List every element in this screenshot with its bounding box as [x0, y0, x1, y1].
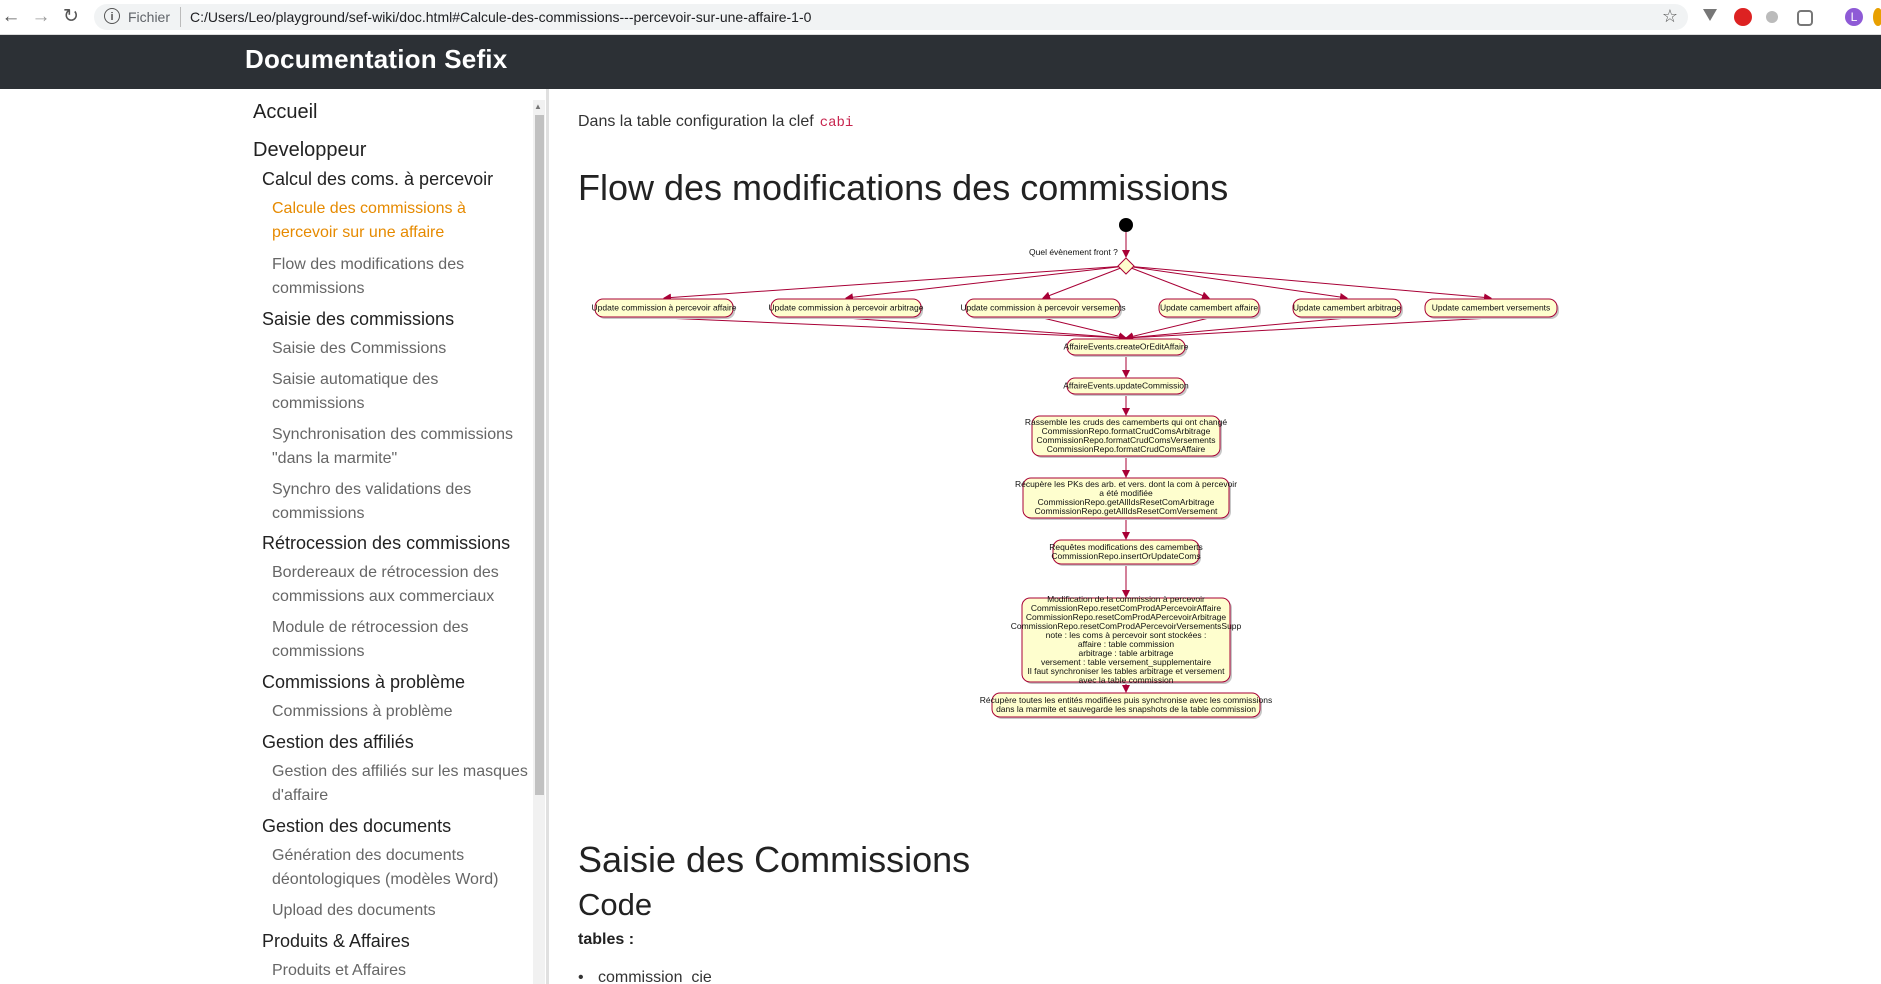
nav-link-synchronisation[interactable]: Synchronisation des commissions "dans la… — [272, 423, 531, 471]
site-header: Documentation Sefix — [0, 35, 1881, 89]
nav-link-commissions-probleme[interactable]: Commissions à problème — [272, 700, 531, 724]
nav-section-documents[interactable]: Gestion des documents — [262, 816, 451, 837]
nav-link-saisie-commissions[interactable]: Saisie des Commissions — [272, 337, 531, 361]
nav-link-flow-modifications[interactable]: Flow des modifications des commissions — [272, 253, 531, 301]
sidebar-divider — [546, 89, 549, 984]
extension-gray-icon[interactable] — [1766, 11, 1778, 23]
diagram-decision-node — [1117, 257, 1135, 275]
event-node-line: Update camembert versements — [1432, 303, 1551, 313]
address-bar[interactable]: i Fichier C:/Users/Leo/playground/sef-wi… — [94, 4, 1688, 30]
config-text: Dans la table configuration la clef — [578, 113, 814, 130]
url-scheme: Fichier — [128, 9, 171, 25]
nav-section-affilies[interactable]: Gestion des affiliés — [262, 732, 414, 753]
nav-section-saisie[interactable]: Saisie des commissions — [262, 309, 454, 330]
diagram-nodes: Update commission à percevoir affaire Upd… — [592, 298, 1559, 719]
profile-avatar[interactable]: L — [1845, 8, 1863, 26]
back-icon[interactable]: ← — [0, 6, 22, 28]
step-node: Requêtes modifications des camembertsCom… — [1049, 539, 1203, 566]
tables-label: tables : — [578, 931, 635, 948]
event-node-line: Update commission à percevoir versements — [960, 303, 1125, 313]
step-node-line: avec la table commission — [1079, 675, 1174, 685]
nav-link-calcule-commissions[interactable]: Calcule des commissions à percevoir sur … — [272, 197, 531, 245]
list-item: commission_cie — [578, 969, 712, 984]
nav-section-calcul[interactable]: Calcul des coms. à percevoir — [262, 169, 493, 190]
event-node: Update commission à percevoir arbitrage — [769, 298, 924, 319]
nav-link-bordereaux[interactable]: Bordereaux de rétrocession des commissio… — [272, 561, 531, 609]
step-node: Modification de la commission à percevoi… — [1011, 594, 1242, 685]
extension-grid-icon[interactable] — [1797, 10, 1813, 26]
event-node-line: Update commission à percevoir affaire — [592, 303, 737, 313]
activity-diagram: Quel évènement front ? Update commission… — [592, 218, 1559, 719]
site-title[interactable]: Documentation Sefix — [245, 44, 507, 75]
sidebar-nav: Accueil Developpeur Calcul des coms. à p… — [245, 89, 531, 984]
step-node: Récupère toutes les entités modifiées pu… — [980, 692, 1272, 719]
config-paragraph: Dans la table configuration la clef cabi — [578, 113, 853, 131]
step-node-line: AffaireEvents.createOrEditAffaire — [1064, 342, 1189, 352]
nav-item-developpeur[interactable]: Developpeur — [253, 139, 366, 162]
event-node-line: Update camembert affaire — [1160, 303, 1258, 313]
edge-event-create — [1125, 317, 1210, 341]
browser-toolbar: ← → ↻ i Fichier C:/Users/Leo/playground/… — [0, 0, 1881, 35]
nav-section-commissions-probleme[interactable]: Commissions à problème — [262, 672, 465, 693]
extension-vivaldi-icon[interactable] — [1703, 9, 1717, 21]
event-node: Update camembert versements — [1424, 298, 1559, 319]
star-icon[interactable]: ☆ — [1662, 6, 1678, 27]
extension-ublock-icon[interactable] — [1734, 8, 1752, 26]
omnibox-separator — [180, 7, 181, 27]
code-heading: Code — [578, 887, 653, 922]
nav-link-generation-documents[interactable]: Génération des documents déontologiques … — [272, 844, 531, 892]
diagram-start-node — [1119, 218, 1133, 232]
config-key-code: cabi — [819, 115, 854, 131]
nav-link-saisie-automatique[interactable]: Saisie automatique des commissions — [272, 368, 531, 416]
reload-icon[interactable]: ↻ — [60, 6, 82, 28]
step-node-line: CommissionRepo.formatCrudComsAffaire — [1047, 444, 1206, 454]
step-node: Rassemble les cruds des camemberts qui o… — [1025, 415, 1227, 458]
nav-link-gestion-affilies[interactable]: Gestion des affiliés sur les masques d'a… — [272, 760, 531, 808]
decision-label: Quel évènement front ? — [1029, 247, 1118, 257]
event-node-line: Update camembert arbitrage — [1293, 303, 1401, 313]
edge-decision-event — [1125, 265, 1492, 302]
nav-link-module-retrocession[interactable]: Module de rétrocession des commissions — [272, 616, 531, 664]
scroll-up-arrow-icon[interactable]: ▲ — [534, 102, 542, 111]
extension-orange-icon[interactable] — [1873, 8, 1881, 26]
step-node: AffaireEvents.updateCommission — [1063, 377, 1189, 396]
step-node-line: CommissionRepo.insertOrUpdateComs — [1051, 551, 1200, 561]
step-node-line: dans la marmite et sauvegarde les snapsh… — [996, 704, 1256, 714]
nav-item-accueil[interactable]: Accueil — [253, 101, 317, 124]
step-node: Récupère les PKs des arb. et vers. dont … — [1015, 477, 1237, 520]
flow-heading: Flow des modifications des commissions — [578, 167, 1229, 208]
nav-link-upload-documents[interactable]: Upload des documents — [272, 899, 531, 923]
forward-icon[interactable]: → — [30, 6, 52, 28]
edge-decision-event — [1125, 265, 1210, 300]
event-node: Update commission à percevoir versements — [960, 298, 1126, 319]
step-node: AffaireEvents.createOrEditAffaire — [1064, 338, 1189, 357]
step-node-line: AffaireEvents.updateCommission — [1063, 381, 1189, 391]
event-node: Update camembert affaire — [1158, 298, 1261, 319]
nav-section-produits[interactable]: Produits & Affaires — [262, 931, 410, 952]
nav-link-synchro-validations[interactable]: Synchro des validations des commissions — [272, 478, 531, 526]
step-node-line: CommissionRepo.getAllIdsResetComVersemen… — [1035, 506, 1218, 516]
event-node-line: Update commission à percevoir arbitrage — [769, 303, 924, 313]
event-node: Update commission à percevoir affaire — [592, 298, 737, 319]
url-text[interactable]: C:/Users/Leo/playground/sef-wiki/doc.htm… — [190, 9, 811, 25]
event-node: Update camembert arbitrage — [1292, 298, 1403, 319]
nav-link-produits-affaires[interactable]: Produits et Affaires — [272, 959, 531, 983]
nav-section-retrocession[interactable]: Rétrocession des commissions — [262, 533, 510, 554]
saisie-heading: Saisie des Commissions — [578, 839, 971, 880]
sidebar-scrollbar-thumb[interactable] — [535, 115, 544, 795]
info-icon[interactable]: i — [104, 8, 120, 24]
